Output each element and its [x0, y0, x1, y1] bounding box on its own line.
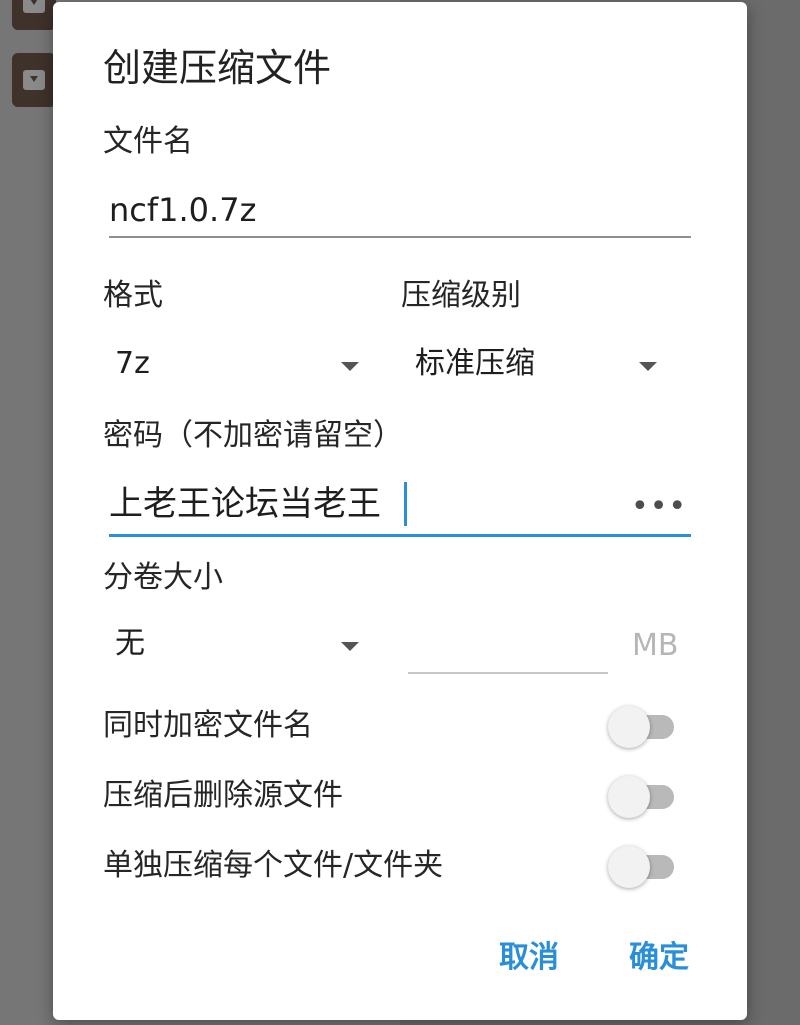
text-cursor [404, 482, 407, 526]
password-label: 密码（不加密请留空） [103, 418, 403, 453]
option-label: 单独压缩每个文件/文件夹 [103, 848, 444, 883]
chevron-down-icon [341, 642, 359, 651]
format-dropdown[interactable]: 7z [109, 340, 369, 392]
compress-individually-toggle[interactable] [608, 844, 678, 890]
archive-icon [12, 0, 56, 30]
volume-size-input[interactable] [408, 622, 608, 676]
volume-size-underline [408, 672, 608, 674]
chevron-down-icon [639, 362, 657, 371]
confirm-button[interactable]: 确定 [629, 938, 689, 978]
cancel-button[interactable]: 取消 [499, 938, 559, 978]
chevron-down-icon [341, 362, 359, 371]
delete-source-toggle[interactable] [608, 774, 678, 820]
password-value: 上老王论坛当老王 [109, 484, 381, 524]
toggle-thumb [608, 846, 650, 888]
toggle-thumb [608, 776, 650, 818]
volume-size-label: 分卷大小 [103, 560, 223, 595]
compression-level-label: 压缩级别 [401, 278, 521, 313]
option-label: 压缩后删除源文件 [103, 778, 343, 813]
format-selected: 7z [115, 346, 150, 381]
unit-label: MB [632, 628, 679, 663]
encrypt-filenames-toggle[interactable] [608, 704, 678, 750]
format-label: 格式 [103, 278, 163, 313]
compression-level-selected: 标准压缩 [415, 346, 535, 381]
archive-icon [12, 53, 56, 107]
option-row-encrypt-filenames: 同时加密文件名 [103, 702, 703, 754]
password-underline [109, 534, 691, 537]
toggle-thumb [608, 706, 650, 748]
filename-underline [109, 236, 691, 238]
option-row-delete-source: 压缩后删除源文件 [103, 772, 703, 824]
create-archive-dialog: 创建压缩文件 文件名 ncf1.0.7z 格式 7z 压缩级别 标准压缩 密码（… [53, 2, 747, 1020]
volume-size-selected: 无 [115, 626, 145, 661]
dialog-title: 创建压缩文件 [103, 46, 332, 90]
option-label: 同时加密文件名 [103, 708, 313, 743]
compression-level-dropdown[interactable]: 标准压缩 [409, 340, 669, 392]
password-input[interactable]: 上老王论坛当老王 [109, 476, 691, 540]
volume-size-dropdown[interactable]: 无 [109, 620, 369, 672]
filename-value: ncf1.0.7z [109, 191, 257, 229]
filename-input[interactable]: ncf1.0.7z [109, 182, 691, 242]
show-password-icon[interactable]: ••• [631, 492, 687, 522]
filename-label: 文件名 [103, 124, 193, 159]
option-row-compress-individually: 单独压缩每个文件/文件夹 [103, 842, 703, 894]
